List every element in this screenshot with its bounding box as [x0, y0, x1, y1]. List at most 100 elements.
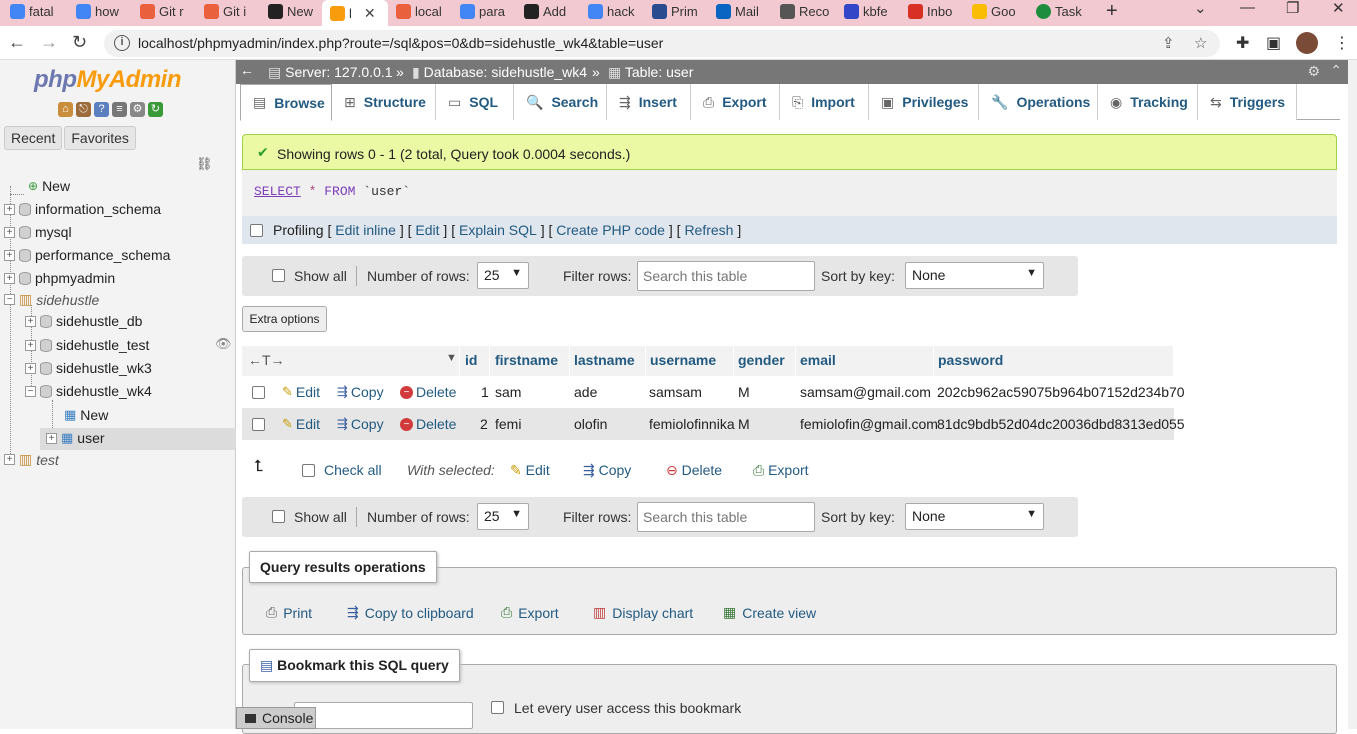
- column-header-firstname[interactable]: firstname: [495, 352, 558, 368]
- phpmyadmin-logo[interactable]: phpMyAdmin: [34, 66, 181, 94]
- tree-item-database[interactable]: + mysql: [4, 224, 72, 240]
- edit-link[interactable]: Edit: [415, 222, 439, 238]
- number-of-rows-select[interactable]: 25 ▼: [477, 503, 529, 530]
- logout-icon[interactable]: ⎋: [76, 102, 91, 117]
- address-bar[interactable]: i localhost/phpmyadmin/index.php?route=/…: [104, 30, 1220, 57]
- bulk-edit-button[interactable]: ✎ Edit: [510, 462, 550, 479]
- collapse-nav-icon[interactable]: ←: [240, 62, 254, 78]
- profile-avatar[interactable]: [1296, 32, 1318, 54]
- bulk-delete-button[interactable]: ⊖ Delete: [666, 462, 722, 479]
- minimize-icon[interactable]: —: [1240, 0, 1255, 16]
- extra-options-button[interactable]: Extra options: [242, 306, 327, 332]
- filter-rows-input[interactable]: Search this table: [637, 261, 815, 291]
- profiling-checkbox[interactable]: [250, 223, 263, 237]
- expand-icon[interactable]: +: [25, 315, 36, 327]
- create-php-link[interactable]: Create PHP code: [556, 222, 665, 238]
- number-of-rows-select[interactable]: 25 ▼: [477, 262, 529, 289]
- tab-triggers[interactable]: ⇆ Triggers: [1198, 84, 1297, 120]
- tree-item-database[interactable]: + sidehustle_wk3: [25, 360, 152, 376]
- breadcrumb-database[interactable]: ▮ Database: sidehustle_wk4: [412, 64, 587, 81]
- recent-tab[interactable]: Recent: [4, 126, 63, 150]
- tree-item-table-user[interactable]: + ▦ user: [46, 430, 105, 446]
- collapse-icon[interactable]: ⌃: [1330, 62, 1342, 79]
- browser-tab[interactable]: Reco: [780, 0, 836, 22]
- reload-icon[interactable]: ↻: [72, 32, 87, 53]
- tab-privileges[interactable]: ▣ Privileges: [869, 84, 979, 120]
- browser-tab[interactable]: Prim: [652, 0, 708, 22]
- edit-inline-link[interactable]: Edit inline: [335, 222, 396, 238]
- show-all-checkbox[interactable]: [272, 269, 285, 282]
- column-header-id[interactable]: id: [465, 352, 477, 368]
- browser-tab[interactable]: Goo: [972, 0, 1028, 22]
- expand-icon[interactable]: +: [4, 226, 15, 238]
- tree-item-database[interactable]: + information_schema: [4, 201, 161, 217]
- export-button[interactable]: ⎙ Export: [501, 604, 559, 621]
- breadcrumb-table[interactable]: ▦ Table: user: [608, 64, 693, 81]
- create-view-button[interactable]: ▦ Create view: [723, 604, 816, 621]
- browser-tab[interactable]: Add: [524, 0, 580, 22]
- share-icon[interactable]: ⇪: [1162, 34, 1175, 52]
- tab-insert[interactable]: ⇶ Insert: [607, 84, 691, 120]
- tab-tracking[interactable]: ◉ Tracking: [1098, 84, 1198, 120]
- browser-tab[interactable]: hack: [588, 0, 644, 22]
- row-delete-button[interactable]: − Delete: [400, 384, 456, 400]
- bulk-copy-button[interactable]: ⇶ Copy: [583, 462, 631, 479]
- expand-icon[interactable]: +: [25, 362, 36, 374]
- tab-sql[interactable]: ▭ SQL: [436, 84, 514, 120]
- page-scrollbar[interactable]: [1348, 60, 1357, 729]
- link-icon[interactable]: ⛓: [196, 156, 213, 172]
- tab-browse[interactable]: ▤ Browse: [240, 84, 332, 121]
- print-button[interactable]: ⎙ Print: [266, 604, 312, 621]
- bookmark-label-input[interactable]: [294, 702, 473, 729]
- expand-icon[interactable]: +: [25, 339, 36, 351]
- eye-icon[interactable]: 👁: [215, 336, 232, 352]
- tree-item-group[interactable]: − ▥ sidehustle: [4, 291, 99, 308]
- sort-by-key-select[interactable]: None ▼: [905, 503, 1044, 530]
- browser-tab[interactable]: Git i: [204, 0, 260, 22]
- copy-to-clipboard-button[interactable]: ⇶ Copy to clipboard: [347, 604, 474, 621]
- column-header-gender[interactable]: gender: [738, 352, 785, 368]
- tab-search-icon[interactable]: ⌄: [1194, 0, 1207, 17]
- show-all-checkbox[interactable]: [272, 510, 285, 523]
- tree-item-database[interactable]: + sidehustle_db: [25, 313, 142, 329]
- bulk-export-button[interactable]: ⎙ Export: [753, 462, 809, 479]
- column-header-password[interactable]: password: [938, 352, 1003, 368]
- browser-tab[interactable]: Inbo: [908, 0, 964, 22]
- browser-tab-active[interactable]: l ✕: [322, 0, 388, 26]
- tree-item-database[interactable]: + phpmyadmin: [4, 270, 115, 286]
- breadcrumb-server[interactable]: ▤ Server: 127.0.0.1: [268, 64, 393, 81]
- display-chart-button[interactable]: ▥ Display chart: [593, 604, 693, 621]
- help-icon[interactable]: ?: [94, 102, 109, 117]
- home-icon[interactable]: ⌂: [58, 102, 73, 117]
- docs-icon[interactable]: ≡: [112, 102, 127, 117]
- browser-menu-icon[interactable]: ⋮: [1334, 33, 1350, 53]
- browser-tab[interactable]: Task: [1036, 0, 1092, 22]
- collapse-icon[interactable]: −: [4, 294, 15, 305]
- expand-icon[interactable]: +: [4, 454, 15, 465]
- close-window-icon[interactable]: ✕: [1332, 0, 1345, 17]
- expand-icon[interactable]: +: [4, 203, 15, 215]
- new-tab-icon[interactable]: +: [1106, 0, 1118, 23]
- expand-icon[interactable]: +: [4, 272, 15, 284]
- explain-sql-link[interactable]: Explain SQL: [459, 222, 537, 238]
- browser-tab[interactable]: fatal: [10, 0, 68, 22]
- favorites-tab[interactable]: Favorites: [64, 126, 136, 150]
- tree-item-group[interactable]: + ▥ test: [4, 451, 59, 468]
- browser-tab[interactable]: para: [460, 0, 516, 22]
- site-info-icon[interactable]: i: [114, 35, 130, 51]
- tab-import[interactable]: ⎘ Import: [780, 84, 869, 120]
- bookmark-star-icon[interactable]: ☆: [1194, 34, 1207, 52]
- tab-export[interactable]: ⎙ Export: [691, 84, 780, 120]
- browser-tab[interactable]: Mail: [716, 0, 772, 22]
- check-all-label[interactable]: Check all: [324, 462, 382, 478]
- browser-tab[interactable]: local: [396, 0, 452, 22]
- column-header-username[interactable]: username: [650, 352, 716, 368]
- console-toggle[interactable]: Console: [236, 707, 316, 729]
- tab-operations[interactable]: 🔧 Operations: [979, 84, 1098, 120]
- close-tab-icon[interactable]: ✕: [364, 5, 376, 22]
- tree-item-new-table[interactable]: ▦ New: [64, 407, 108, 423]
- back-icon[interactable]: ←: [8, 32, 26, 53]
- column-header-lastname[interactable]: lastname: [574, 352, 635, 368]
- tree-item-database[interactable]: + sidehustle_test: [25, 337, 149, 353]
- column-options-icon[interactable]: ▼: [446, 352, 457, 364]
